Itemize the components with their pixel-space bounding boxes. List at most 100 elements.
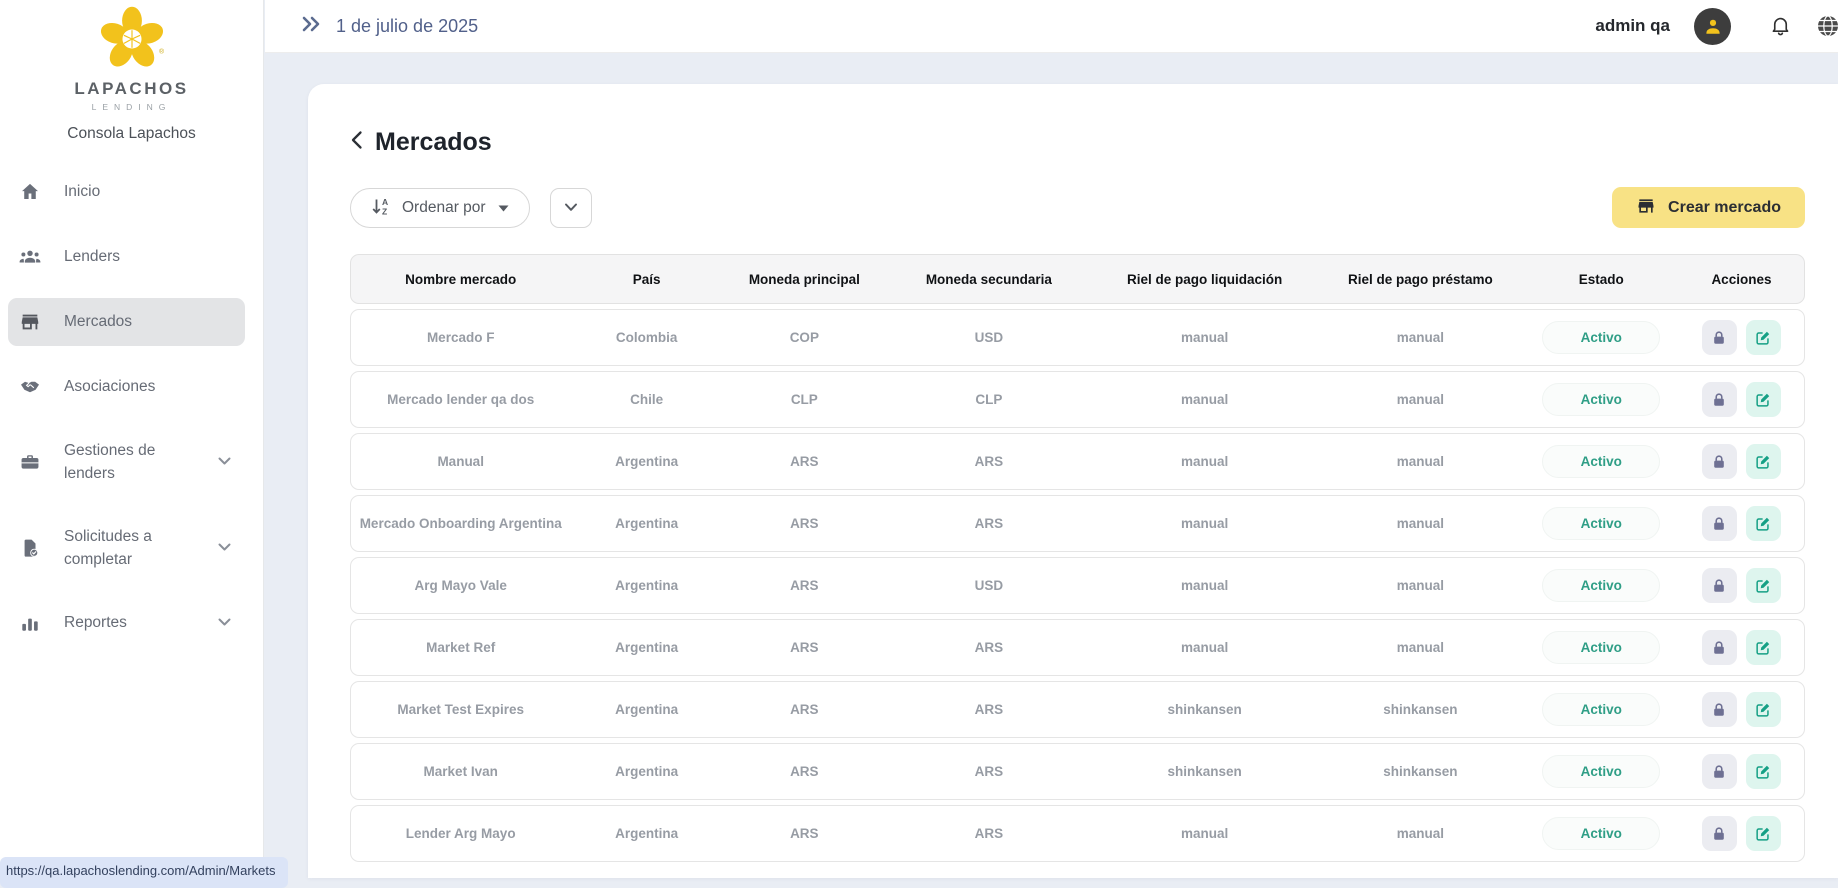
briefcase-icon bbox=[18, 450, 42, 474]
logo-subtitle: LENDING bbox=[0, 102, 263, 112]
topbar: 1 de julio de 2025 admin qa bbox=[265, 0, 1838, 53]
sidebar-item-lenders[interactable]: Lenders bbox=[8, 233, 245, 281]
edit-button[interactable] bbox=[1746, 444, 1781, 479]
lock-button[interactable] bbox=[1702, 630, 1737, 665]
cell-nombre-mercado: Arg Mayo Vale bbox=[351, 578, 570, 593]
cell-moneda-principal: ARS bbox=[723, 640, 886, 655]
edit-button[interactable] bbox=[1746, 320, 1781, 355]
sidebar-nav: Inicio Lenders Mercados bbox=[0, 168, 263, 647]
cell-moneda-principal: ARS bbox=[723, 578, 886, 593]
cell-estado: Activo bbox=[1524, 755, 1679, 788]
cell-nombre-mercado: Market Ref bbox=[351, 640, 570, 655]
column-header-nombre-mercado: Nombre mercado bbox=[351, 272, 570, 287]
cell-riel-prestamo: manual bbox=[1317, 640, 1523, 655]
cell-moneda-principal: CLP bbox=[723, 392, 886, 407]
double-chevron-right-icon[interactable] bbox=[301, 14, 322, 39]
toolbar: A Z Ordenar por Crear mercado bbox=[350, 187, 1805, 228]
cell-moneda-secundaria: CLP bbox=[886, 392, 1092, 407]
cell-estado: Activo bbox=[1524, 569, 1679, 602]
svg-text:®: ® bbox=[159, 48, 164, 56]
cell-riel-liquidacion: manual bbox=[1092, 454, 1317, 469]
sidebar-item-solicitudes-a-completar[interactable]: Solicitudes a completar bbox=[8, 514, 245, 583]
status-badge: Activo bbox=[1542, 817, 1660, 850]
cell-pais: Argentina bbox=[570, 516, 723, 531]
edit-button[interactable] bbox=[1746, 382, 1781, 417]
storefront-icon bbox=[18, 310, 42, 334]
lock-button[interactable] bbox=[1702, 816, 1737, 851]
table-row: Market Test Expires Argentina ARS ARS sh… bbox=[350, 681, 1805, 738]
cell-moneda-principal: COP bbox=[723, 330, 886, 345]
cell-acciones bbox=[1679, 382, 1804, 417]
page-title: Mercados bbox=[375, 128, 492, 157]
cell-moneda-secundaria: ARS bbox=[886, 516, 1092, 531]
edit-button[interactable] bbox=[1746, 692, 1781, 727]
cell-nombre-mercado: Mercado lender qa dos bbox=[351, 392, 570, 407]
sidebar-item-label: Gestiones de lenders bbox=[64, 439, 202, 486]
lock-button[interactable] bbox=[1702, 568, 1737, 603]
cell-moneda-secundaria: USD bbox=[886, 330, 1092, 345]
chevron-down-icon[interactable] bbox=[218, 539, 231, 557]
column-header-estado: Estado bbox=[1524, 272, 1679, 287]
notifications-bell-icon[interactable] bbox=[1769, 14, 1792, 38]
cell-riel-prestamo: manual bbox=[1317, 826, 1523, 841]
cell-riel-prestamo: manual bbox=[1317, 330, 1523, 345]
sidebar-item-inicio[interactable]: Inicio bbox=[8, 168, 245, 216]
sidebar-item-label: Asociaciones bbox=[64, 375, 155, 398]
cell-estado: Activo bbox=[1524, 445, 1679, 478]
caret-down-icon bbox=[498, 200, 509, 215]
status-badge: Activo bbox=[1542, 569, 1660, 602]
cell-riel-prestamo: shinkansen bbox=[1317, 764, 1523, 779]
cell-acciones bbox=[1679, 692, 1804, 727]
language-globe-icon[interactable] bbox=[1816, 14, 1838, 38]
cell-pais: Argentina bbox=[570, 578, 723, 593]
sort-by-button[interactable]: A Z Ordenar por bbox=[350, 188, 530, 228]
table-row: Mercado F Colombia COP USD manual manual… bbox=[350, 309, 1805, 366]
expand-filters-button[interactable] bbox=[550, 188, 592, 228]
cell-riel-liquidacion: manual bbox=[1092, 640, 1317, 655]
cell-pais: Argentina bbox=[570, 826, 723, 841]
sidebar-item-asociaciones[interactable]: Asociaciones bbox=[8, 363, 245, 411]
cell-nombre-mercado: Market Ivan bbox=[351, 764, 570, 779]
sidebar-item-mercados[interactable]: Mercados bbox=[8, 298, 245, 346]
lock-button[interactable] bbox=[1702, 754, 1737, 789]
cell-riel-prestamo: manual bbox=[1317, 578, 1523, 593]
bar-chart-icon bbox=[18, 611, 42, 635]
cell-moneda-principal: ARS bbox=[723, 826, 886, 841]
table-header-row: Nombre mercado País Moneda principal Mon… bbox=[350, 254, 1805, 304]
sidebar-item-gestiones-de-lenders[interactable]: Gestiones de lenders bbox=[8, 428, 245, 497]
lock-button[interactable] bbox=[1702, 320, 1737, 355]
cell-riel-liquidacion: manual bbox=[1092, 516, 1317, 531]
lock-button[interactable] bbox=[1702, 692, 1737, 727]
sidebar: ® LAPACHOS LENDING Consola Lapachos Inic… bbox=[0, 0, 264, 878]
console-label: Consola Lapachos bbox=[0, 125, 263, 143]
table-row: Manual Argentina ARS ARS manual manual A… bbox=[350, 433, 1805, 490]
cell-moneda-secundaria: ARS bbox=[886, 826, 1092, 841]
cell-acciones bbox=[1679, 444, 1804, 479]
cell-moneda-secundaria: ARS bbox=[886, 454, 1092, 469]
cell-moneda-secundaria: USD bbox=[886, 578, 1092, 593]
column-header-pais: País bbox=[570, 272, 723, 287]
cell-nombre-mercado: Mercado Onboarding Argentina bbox=[351, 516, 570, 531]
edit-button[interactable] bbox=[1746, 754, 1781, 789]
avatar[interactable] bbox=[1694, 8, 1731, 45]
cell-moneda-principal: ARS bbox=[723, 702, 886, 717]
main-content-card: Mercados A Z Ordenar por Crea bbox=[308, 84, 1838, 878]
table-row: Market Ivan Argentina ARS ARS shinkansen… bbox=[350, 743, 1805, 800]
chevron-down-icon[interactable] bbox=[218, 614, 231, 632]
document-check-icon bbox=[18, 536, 42, 560]
back-chevron-icon[interactable] bbox=[350, 130, 363, 155]
lock-button[interactable] bbox=[1702, 444, 1737, 479]
edit-button[interactable] bbox=[1746, 630, 1781, 665]
sidebar-item-reportes[interactable]: Reportes bbox=[8, 599, 245, 647]
create-market-button[interactable]: Crear mercado bbox=[1612, 187, 1805, 228]
lock-button[interactable] bbox=[1702, 382, 1737, 417]
lock-button[interactable] bbox=[1702, 506, 1737, 541]
chevron-down-icon[interactable] bbox=[218, 453, 231, 471]
cell-riel-prestamo: shinkansen bbox=[1317, 702, 1523, 717]
cell-riel-prestamo: manual bbox=[1317, 516, 1523, 531]
edit-button[interactable] bbox=[1746, 816, 1781, 851]
edit-button[interactable] bbox=[1746, 568, 1781, 603]
edit-button[interactable] bbox=[1746, 506, 1781, 541]
cell-riel-liquidacion: shinkansen bbox=[1092, 764, 1317, 779]
column-header-moneda-secundaria: Moneda secundaria bbox=[886, 272, 1092, 287]
